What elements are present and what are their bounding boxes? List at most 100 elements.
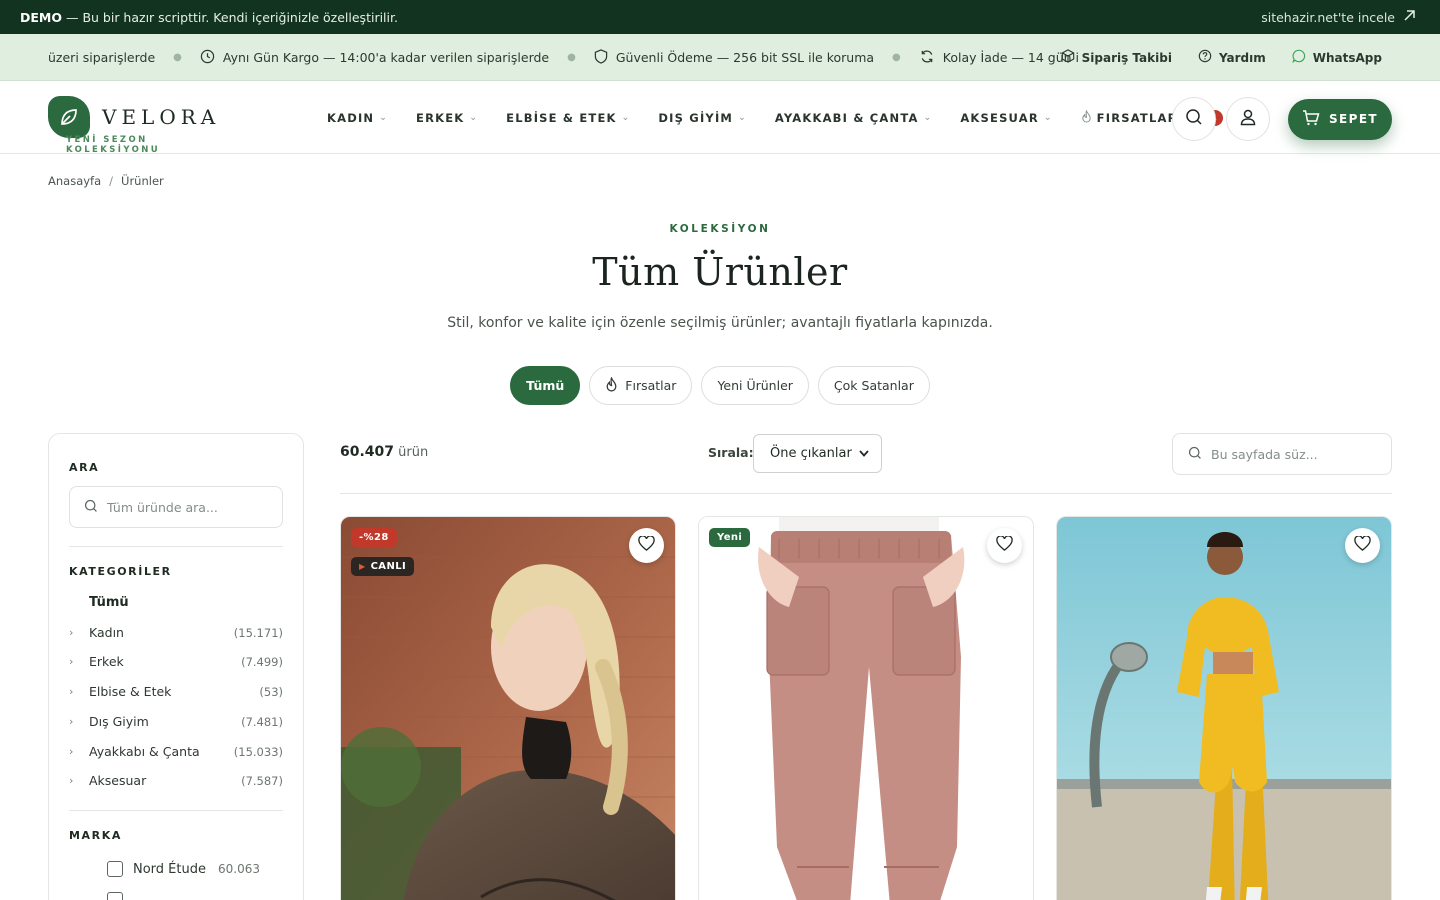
site-header: VELORA YENİ SEZON KOLEKSİYONU KADIN ⌄ ERK… — [0, 81, 1440, 155]
clock-icon — [200, 49, 215, 67]
demo-text: — Bu bir hazır scripttir. Kendi içeriğin… — [65, 9, 398, 25]
nav-label: AYAKKABI & ÇANTA — [774, 110, 919, 125]
benefits-marquee: üzeri siparişlerde ● Aynı Gün Kargo — 14… — [48, 34, 1078, 81]
refresh-icon — [919, 49, 935, 67]
heart-icon — [996, 535, 1013, 555]
category-all[interactable]: Tümü — [69, 595, 283, 610]
heart-icon — [1354, 535, 1371, 555]
product-card[interactable] — [1056, 516, 1392, 900]
header-actions: SEPET — [1172, 97, 1392, 141]
chevron-right-icon: › — [69, 685, 74, 698]
nav-item-dis-giyim[interactable]: DIŞ GİYİM ⌄ — [658, 111, 746, 125]
page-filter-placeholder: Bu sayfada süz... — [1211, 446, 1318, 462]
search-icon — [84, 499, 98, 516]
page-filter-input[interactable]: Bu sayfada süz... — [1172, 433, 1392, 475]
help-link[interactable]: Yardım — [1198, 49, 1266, 66]
brand-title: MARKA — [69, 829, 122, 842]
nav-label: ELBİSE & ETEK — [506, 110, 617, 125]
cart-button[interactable]: SEPET — [1288, 98, 1392, 140]
nav-item-kadin[interactable]: KADIN ⌄ — [327, 111, 388, 125]
sort-select[interactable]: Öne çıkanlar — [753, 434, 882, 473]
separator-dot: ● — [567, 52, 576, 63]
category-label: Dış Giyim — [89, 714, 149, 729]
nav-label: FIRSATLAR — [1096, 110, 1178, 125]
category-label: Tümü — [89, 595, 129, 610]
breadcrumb-home[interactable]: Anasayfa — [48, 174, 101, 188]
demo-label: DEMO — [20, 9, 62, 25]
demo-site-link[interactable]: sitehazir.net'te incele — [1261, 9, 1416, 25]
product-card[interactable]: Yeni — [698, 516, 1034, 900]
filter-label: Çok Satanlar — [833, 378, 914, 393]
brand-checkbox[interactable] — [107, 892, 123, 900]
chevron-down-icon: ⌄ — [621, 112, 631, 123]
favorite-button[interactable] — [1345, 528, 1380, 563]
user-icon — [1239, 108, 1257, 130]
whatsapp-link[interactable]: WhatsApp — [1292, 49, 1382, 66]
nav-label: KADIN — [327, 110, 375, 125]
category-aksesuar[interactable]: › Aksesuar (7.587) — [69, 773, 283, 788]
logo-name: VELORA — [102, 105, 221, 129]
section-kicker: KOLEKSİYON — [669, 223, 771, 235]
chevron-down-icon: ⌄ — [738, 112, 747, 123]
category-erkek[interactable]: › Erkek (7.499) — [69, 654, 283, 669]
filter-all[interactable]: Tümü — [510, 366, 581, 405]
new-badge: Yeni — [709, 528, 751, 547]
search-button[interactable] — [1172, 97, 1216, 141]
category-count: (7.499) — [241, 654, 283, 669]
chevron-down-icon: ⌄ — [1043, 112, 1053, 123]
utility-links: Sipariş Takibi Yardım WhatsApp — [1061, 34, 1382, 81]
category-count: (53) — [259, 684, 283, 699]
nav-item-aksesuar[interactable]: AKSESUAR ⌄ — [960, 111, 1052, 125]
benefit-label: üzeri siparişlerde — [48, 50, 156, 65]
site-logo[interactable]: VELORA YENİ SEZON KOLEKSİYONU — [48, 96, 221, 155]
cart-icon — [1302, 109, 1320, 129]
question-circle-icon — [1198, 49, 1212, 66]
nav-label: ERKEK — [416, 110, 465, 125]
play-icon: ▶ — [359, 562, 366, 571]
product-image — [699, 517, 1033, 900]
nav-item-erkek[interactable]: ERKEK ⌄ — [416, 111, 478, 125]
sidebar-search-input[interactable]: Tüm üründe ara... — [69, 486, 283, 528]
favorite-button[interactable] — [629, 528, 664, 563]
nav-label: AKSESUAR — [960, 110, 1039, 125]
product-card[interactable]: -%28 ▶ CANLI — [340, 516, 676, 900]
favorite-button[interactable] — [987, 528, 1022, 563]
brand-count: 60.063 — [217, 862, 260, 876]
separator-dot: ● — [173, 52, 182, 63]
search-placeholder: Tüm üründe ara... — [107, 499, 218, 515]
category-count: (15.033) — [233, 744, 283, 759]
whatsapp-label: WhatsApp — [1312, 50, 1382, 65]
filter-new[interactable]: Yeni Ürünler — [701, 366, 809, 405]
category-kadin[interactable]: › Kadın (15.171) — [69, 625, 283, 640]
category-label: Erkek — [89, 654, 124, 669]
help-label: Yardım — [1218, 50, 1266, 65]
nav-item-ayakkabi-canta[interactable]: AYAKKABI & ÇANTA ⌄ — [775, 111, 933, 125]
category-ayakkabi-canta[interactable]: › Ayakkabı & Çanta (15.033) — [69, 744, 283, 759]
filter-deals[interactable]: Fırsatlar — [589, 366, 693, 405]
chevron-down-icon: ⌄ — [469, 112, 479, 123]
account-button[interactable] — [1226, 97, 1270, 141]
nav-item-elbise-etek[interactable]: ELBİSE & ETEK ⌄ — [506, 111, 630, 125]
arrow-up-right-icon — [1403, 9, 1416, 25]
order-tracking-link[interactable]: Sipariş Takibi — [1061, 49, 1172, 66]
divider — [69, 810, 283, 811]
filter-bestsellers[interactable]: Çok Satanlar — [817, 366, 930, 405]
category-dis-giyim[interactable]: › Dış Giyim (7.481) — [69, 714, 283, 729]
category-count: (15.171) — [233, 625, 283, 640]
result-count: 60.407 ürün — [340, 444, 428, 460]
category-label: Ayakkabı & Çanta — [89, 744, 200, 759]
brand-label: Nord Étude — [133, 861, 206, 877]
search-section-title: ARA — [69, 461, 100, 474]
heart-icon — [638, 535, 655, 555]
benefit-same-day: Aynı Gün Kargo — 14:00'a kadar verilen s… — [200, 49, 549, 67]
quick-filters: Tümü Fırsatlar Yeni Ürünler Çok Satanlar — [0, 366, 1440, 405]
category-elbise-etek[interactable]: › Elbise & Etek (53) — [69, 684, 283, 699]
brand-option[interactable]: Nord Étude 60.063 — [107, 861, 260, 877]
brand-option-partial[interactable] — [107, 892, 123, 900]
search-icon — [1188, 446, 1202, 463]
box-icon — [1061, 49, 1075, 66]
page-subtitle: Stil, konfor ve kalite için özenle seçil… — [447, 315, 993, 331]
main-nav: KADIN ⌄ ERKEK ⌄ ELBİSE & ETEK ⌄ DIŞ GİYİM ⌄ … — [327, 81, 1251, 154]
brand-checkbox[interactable] — [107, 861, 123, 877]
toolbar-divider — [340, 493, 1392, 494]
